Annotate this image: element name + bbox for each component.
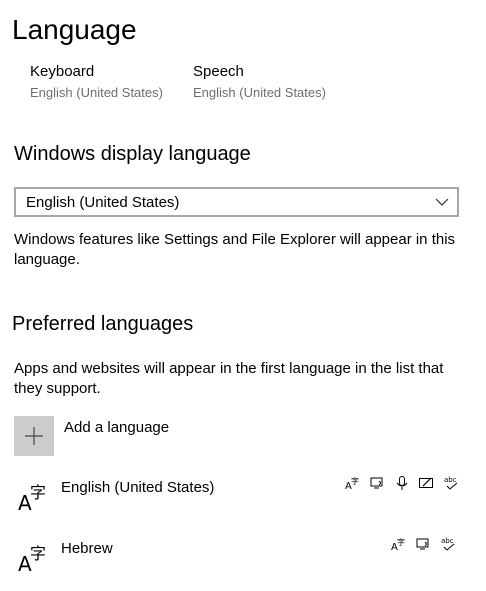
language-name: Hebrew — [61, 540, 113, 557]
preferred-languages-description: Apps and websites will appear in the fir… — [14, 360, 444, 397]
text-to-speech-icon — [416, 538, 429, 550]
svg-text:字: 字 — [351, 476, 359, 486]
keyboard-quicklink[interactable]: Keyboard English (United States) — [30, 63, 163, 100]
svg-text:字: 字 — [30, 483, 46, 502]
display-language-icon: A 字 — [345, 476, 359, 491]
add-language-label[interactable]: Add a language — [64, 419, 169, 436]
svg-text:abc: abc — [444, 476, 457, 484]
speech-value: English (United States) — [193, 85, 326, 100]
display-language-heading: Windows display language — [14, 143, 251, 165]
page-title: Language — [12, 14, 137, 45]
language-icon: A 字 — [18, 483, 46, 512]
spell-check-icon: abc — [444, 476, 458, 490]
svg-text:字: 字 — [397, 537, 405, 547]
language-features: A 字 abc — [391, 536, 456, 557]
chevron-down-icon — [435, 198, 449, 206]
keyboard-label: Keyboard — [30, 63, 95, 80]
add-language-button[interactable] — [14, 416, 54, 456]
speech-label: Speech — [193, 63, 244, 80]
spell-check-icon: abc — [441, 537, 455, 551]
preferred-languages-heading: Preferred languages — [12, 313, 194, 335]
language-features: A 字 abc — [345, 475, 459, 496]
speech-quicklink[interactable]: Speech English (United States) — [193, 63, 326, 100]
handwriting-icon — [419, 477, 434, 488]
svg-text:abc: abc — [441, 537, 454, 545]
language-row-english[interactable]: A 字 English (United States) A 字 abc — [0, 470, 486, 520]
display-language-selected: English (United States) — [26, 194, 180, 211]
display-language-description: Windows features like Settings and File … — [14, 231, 456, 268]
text-to-speech-icon — [370, 477, 383, 489]
language-row-hebrew[interactable]: A 字 Hebrew A 字 abc — [0, 531, 486, 581]
display-language-icon: A 字 — [391, 537, 405, 552]
language-name: English (United States) — [61, 479, 215, 496]
svg-text:字: 字 — [30, 544, 46, 563]
speech-recognition-icon — [396, 476, 408, 490]
language-icon: A 字 — [18, 544, 46, 573]
plus-icon — [25, 427, 43, 445]
display-language-dropdown[interactable]: English (United States) — [14, 187, 459, 217]
keyboard-value: English (United States) — [30, 85, 163, 100]
